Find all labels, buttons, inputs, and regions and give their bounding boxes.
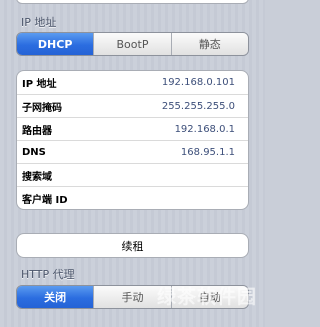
renew-lease-button[interactable]: 续租	[16, 233, 249, 258]
client-id-row[interactable]: 客户端 ID	[17, 186, 248, 209]
dhcp-option[interactable]: DHCP	[17, 33, 94, 55]
subnet-mask-label: 子网掩码	[22, 102, 62, 114]
search-domain-row[interactable]: 搜索域	[17, 163, 248, 186]
ip-address-label: IP 地址	[22, 79, 57, 90]
subnet-mask-row[interactable]: 子网掩码 255.255.255.0	[17, 94, 248, 117]
ip-address-row[interactable]: IP 地址 192.168.0.101	[17, 71, 248, 94]
proxy-off-option[interactable]: 关闭	[17, 286, 94, 308]
ip-section-label: IP 地址	[21, 16, 57, 29]
bootp-option[interactable]: BootP	[93, 33, 171, 55]
dns-label: DNS	[22, 146, 46, 158]
static-option[interactable]: 静态	[170, 33, 248, 55]
dns-row[interactable]: DNS 168.95.1.1	[17, 140, 248, 163]
router-row[interactable]: 路由器 192.168.0.1	[17, 117, 248, 140]
http-proxy-label: HTTP 代理	[21, 268, 75, 281]
previous-card-edge	[16, 0, 249, 4]
router-label: 路由器	[22, 125, 52, 137]
dns-value: 168.95.1.1	[180, 146, 235, 158]
network-info-card: IP 地址 192.168.0.101 子网掩码 255.255.255.0 路…	[16, 70, 249, 210]
subnet-mask-value: 255.255.255.0	[161, 100, 235, 112]
client-id-label: 客户端 ID	[22, 194, 68, 206]
ip-mode-segmented-control: DHCP BootP 静态	[16, 32, 249, 56]
ip-address-value: 192.168.0.101	[161, 77, 235, 88]
router-value: 192.168.0.1	[174, 123, 235, 135]
search-domain-label: 搜索域	[22, 171, 52, 183]
watermark: 绿茶软件园	[156, 286, 257, 308]
